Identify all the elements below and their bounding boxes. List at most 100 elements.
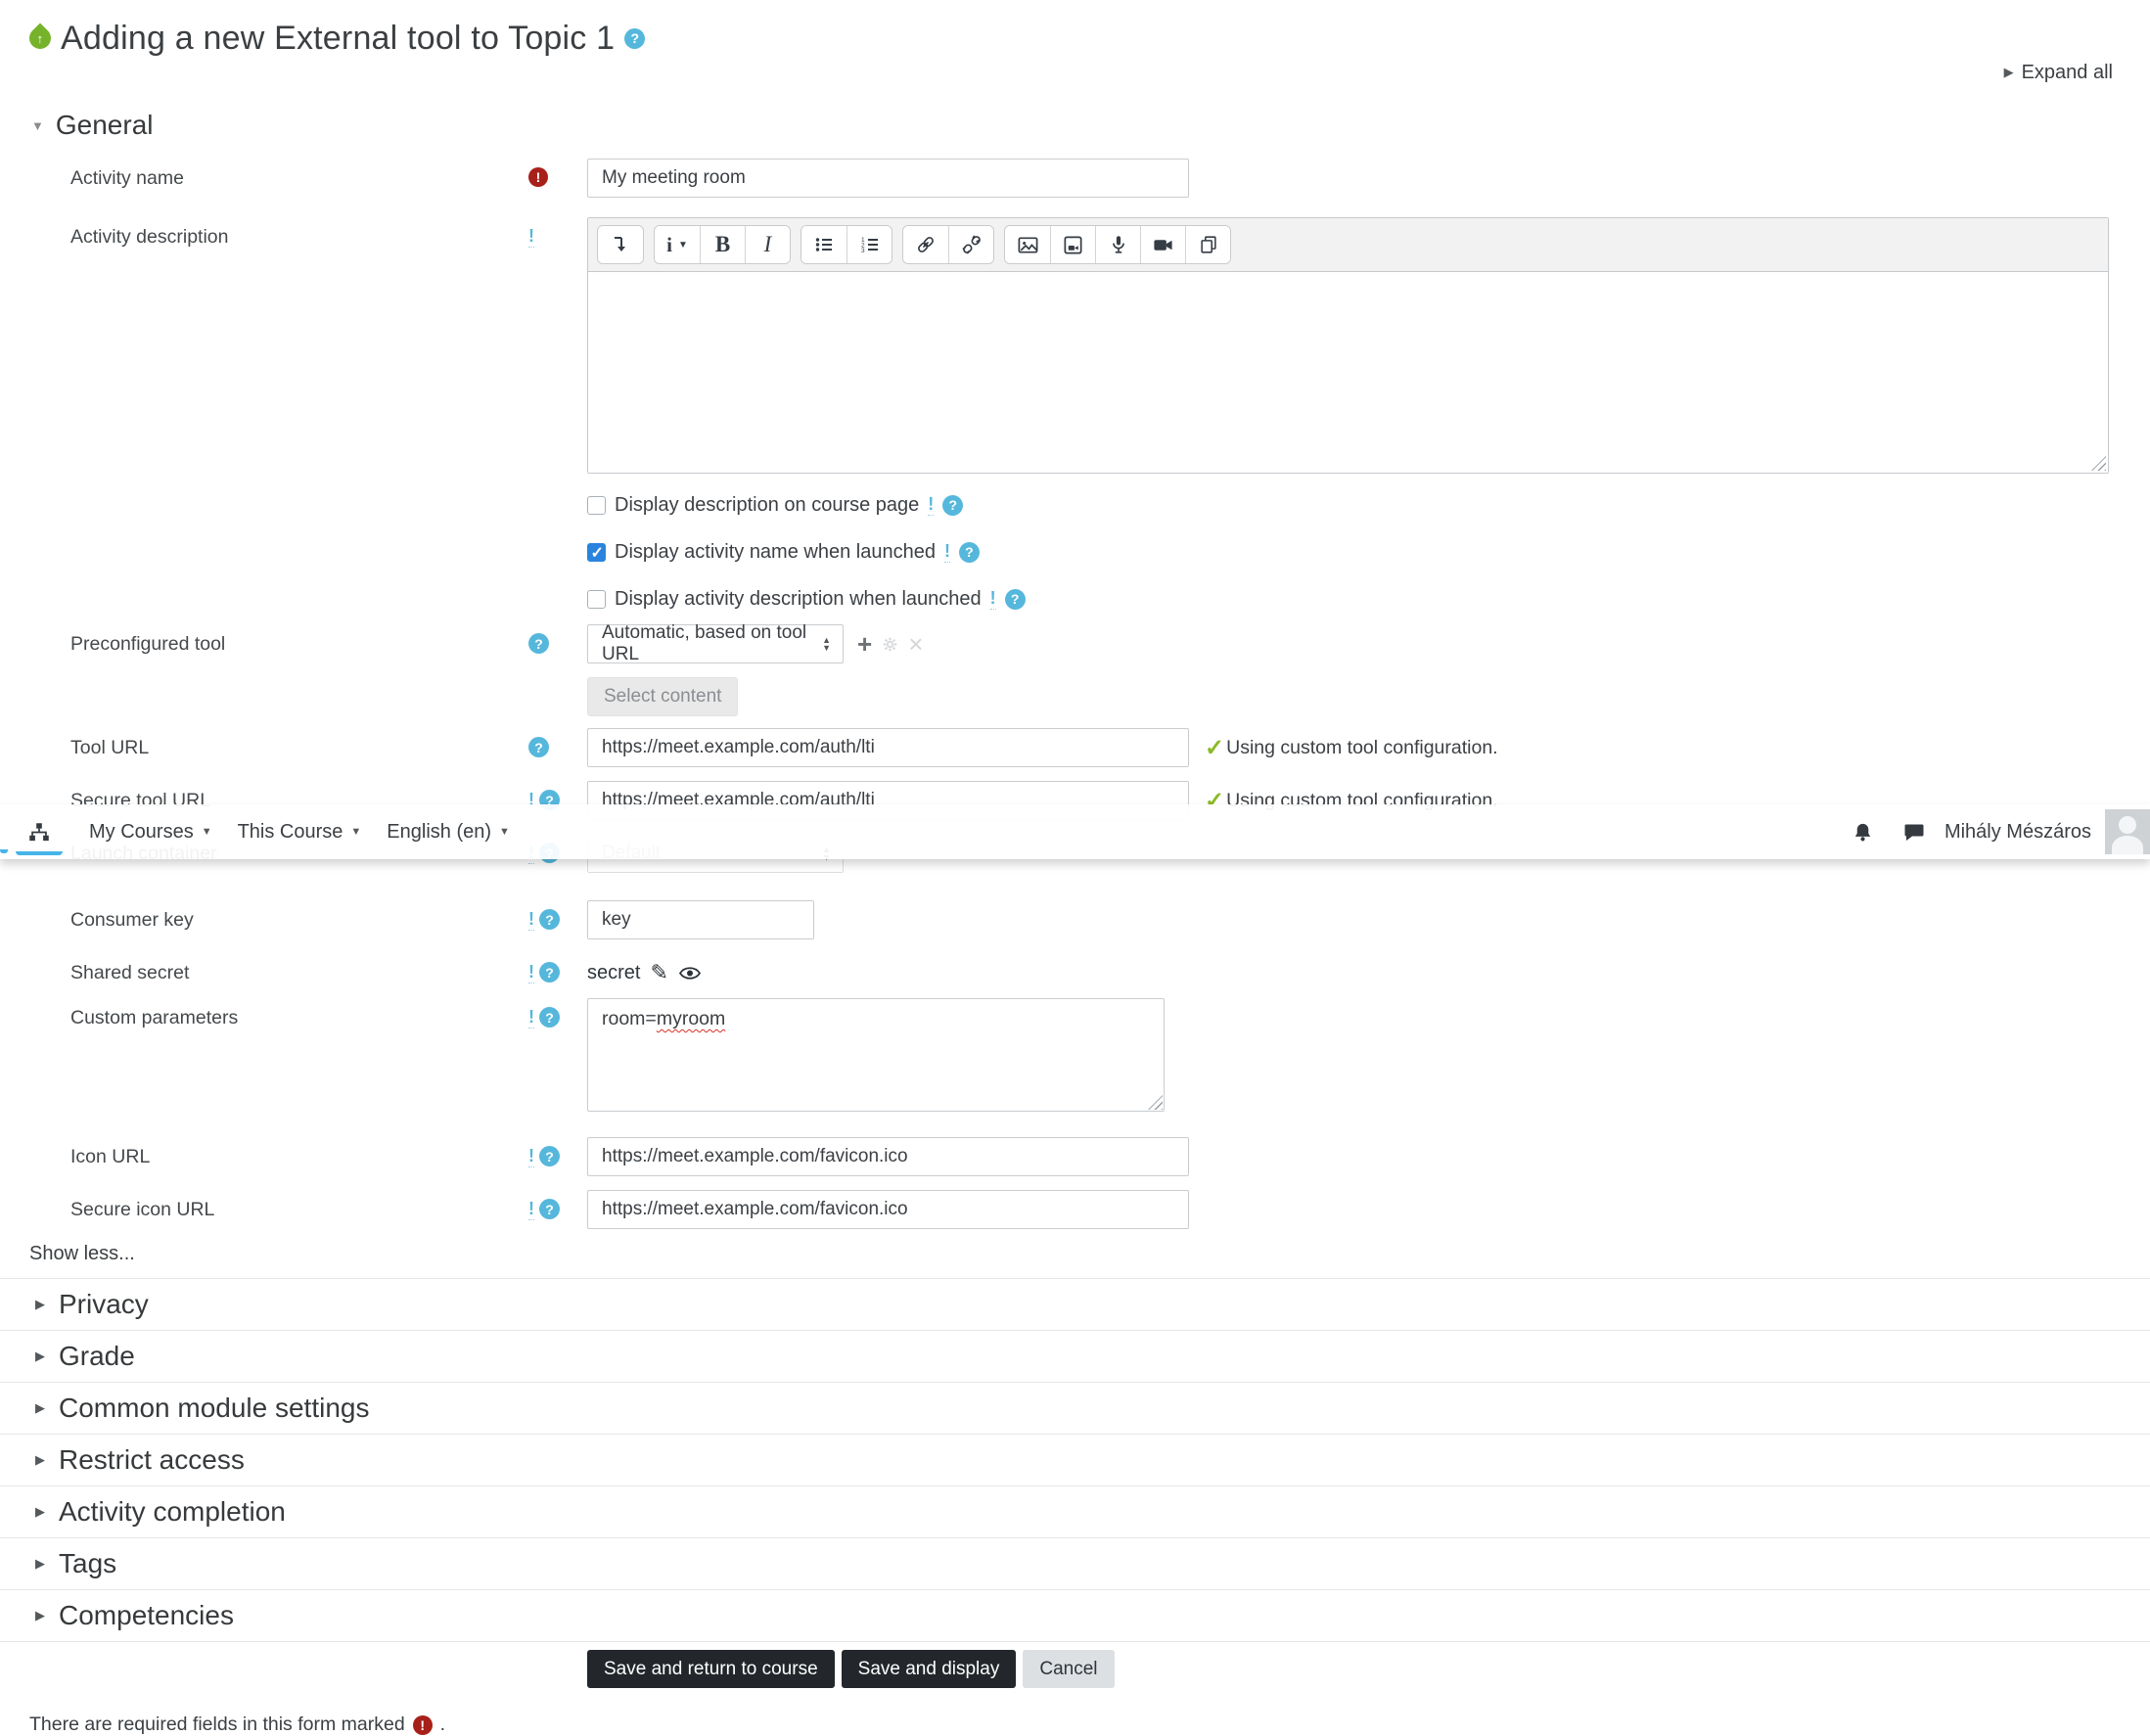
- custom-parameters-textarea[interactable]: room=myroom: [587, 998, 1165, 1112]
- bold-button[interactable]: B: [700, 226, 745, 263]
- consumer-key-input[interactable]: [587, 900, 814, 939]
- tool-url-input[interactable]: [587, 728, 1189, 767]
- secure-icon-url-input[interactable]: [587, 1190, 1189, 1229]
- ordered-list-icon[interactable]: 123: [846, 226, 892, 263]
- styles-label: i: [666, 232, 672, 256]
- record-audio-icon[interactable]: [1095, 226, 1140, 263]
- link-icon[interactable]: [903, 226, 948, 263]
- svg-text:3: 3: [861, 248, 865, 254]
- image-icon[interactable]: [1005, 226, 1050, 263]
- row-preconfigured-tool: Preconfigured tool Automatic, based on t…: [0, 622, 2150, 716]
- user-menu[interactable]: Mihály Mészáros: [1944, 821, 2091, 844]
- expand-all-label: Expand all: [2021, 61, 2113, 83]
- messages-icon[interactable]: [1901, 819, 1927, 845]
- section-common-module-settings[interactable]: Common module settings: [0, 1383, 2150, 1435]
- page-header: ↑ Adding a new External tool to Topic 1: [0, 0, 2150, 61]
- expand-all-link[interactable]: Expand all: [2004, 62, 2113, 84]
- avatar[interactable]: [2105, 809, 2150, 854]
- sitemap-icon[interactable]: [16, 813, 63, 855]
- chevron-down-icon: [202, 826, 212, 838]
- external-tool-activity-icon: ↑: [24, 23, 56, 54]
- manage-files-icon[interactable]: [1185, 226, 1230, 263]
- nav-my-courses[interactable]: My Courses: [76, 821, 225, 844]
- select-content-button: Select content: [587, 677, 739, 716]
- tool-url-label: Tool URL: [70, 737, 150, 758]
- preconfigured-tool-select[interactable]: Automatic, based on tool URL: [587, 622, 844, 664]
- section-activity-completion[interactable]: Activity completion: [0, 1486, 2150, 1538]
- help-icon[interactable]: [539, 962, 560, 982]
- help-icon[interactable]: [539, 1007, 560, 1028]
- expand-all-row: Expand all: [0, 61, 2150, 88]
- save-and-display-button[interactable]: Save and display: [841, 1650, 1017, 1688]
- section-grade[interactable]: Grade: [0, 1331, 2150, 1383]
- media-icon[interactable]: [1050, 226, 1095, 263]
- row-activity-description: Activity description i B: [0, 217, 2150, 474]
- save-and-return-button[interactable]: Save and return to course: [587, 1650, 835, 1688]
- italic-button[interactable]: I: [745, 226, 790, 263]
- chevron-down-icon: [499, 826, 510, 838]
- form-actions: Save and return to course Save and displ…: [0, 1650, 2150, 1688]
- help-icon[interactable]: [539, 1199, 560, 1219]
- add-tool-icon[interactable]: +: [857, 631, 872, 657]
- help-icon[interactable]: [528, 737, 549, 757]
- paragraph-styles-button[interactable]: i: [655, 226, 700, 263]
- section-competencies[interactable]: Competencies: [0, 1590, 2150, 1642]
- caret-right-icon: [35, 1504, 45, 1520]
- advanced-marker-icon: [528, 1199, 534, 1220]
- show-secret-eye-icon[interactable]: [678, 965, 702, 982]
- help-icon[interactable]: [539, 909, 560, 930]
- rich-text-editor: i B I 123: [587, 217, 2109, 474]
- collapse-toolbar-icon[interactable]: [598, 226, 643, 263]
- nav-language[interactable]: English (en): [374, 821, 523, 844]
- notifications-bell-icon[interactable]: [1851, 819, 1876, 845]
- row-secure-icon-url: Secure icon URL: [0, 1190, 2150, 1229]
- help-icon[interactable]: [528, 633, 549, 654]
- shared-secret-label: Shared secret: [70, 962, 190, 983]
- help-icon[interactable]: [958, 541, 980, 563]
- section-tags[interactable]: Tags: [0, 1538, 2150, 1590]
- textarea-resize-handle[interactable]: [1148, 1095, 1163, 1110]
- display-activity-name-checkbox[interactable]: [587, 542, 606, 563]
- editor-resize-handle[interactable]: [2091, 456, 2106, 471]
- shared-secret-value: secret: [587, 961, 641, 983]
- activity-name-input[interactable]: [587, 159, 1189, 198]
- icon-url-input[interactable]: [587, 1137, 1189, 1176]
- caret-right-icon: [35, 1608, 45, 1623]
- display-activity-description-checkbox[interactable]: [587, 589, 606, 609]
- activity-description-label: Activity description: [70, 226, 229, 248]
- consumer-key-label: Consumer key: [70, 909, 194, 931]
- editor-toolbar: i B I 123: [588, 218, 2108, 271]
- section-restrict-access[interactable]: Restrict access: [0, 1435, 2150, 1486]
- select-caret-icon: [822, 636, 831, 652]
- section-general-header[interactable]: General: [31, 110, 2150, 141]
- section-privacy[interactable]: Privacy: [0, 1279, 2150, 1331]
- tool-url-status: Using custom tool configuration.: [1205, 734, 1497, 762]
- row-consumer-key: Consumer key: [0, 900, 2150, 939]
- caret-down-icon: [31, 118, 44, 133]
- caret-right-icon: [35, 1556, 45, 1572]
- advanced-marker-icon: [528, 226, 534, 248]
- cancel-button[interactable]: Cancel: [1023, 1650, 1115, 1688]
- record-video-icon[interactable]: [1140, 226, 1185, 263]
- help-icon[interactable]: [1004, 588, 1026, 610]
- nav-this-course[interactable]: This Course: [225, 821, 375, 844]
- caret-right-icon: [2004, 65, 2014, 80]
- title-help-icon[interactable]: [624, 27, 646, 49]
- delete-tool-icon: ×: [908, 629, 924, 659]
- preconfigured-tool-label: Preconfigured tool: [70, 633, 226, 655]
- help-icon[interactable]: [942, 494, 964, 516]
- unlink-icon[interactable]: [948, 226, 993, 263]
- row-display-activity-name: Display activity name when launched: [587, 538, 2150, 566]
- display-activity-description-label: Display activity description when launch…: [615, 587, 982, 610]
- caret-down-icon: [678, 240, 688, 251]
- page-title: Adding a new External tool to Topic 1: [61, 19, 616, 57]
- display-description-checkbox[interactable]: [587, 495, 606, 515]
- edit-pencil-icon[interactable]: ✎: [650, 962, 667, 983]
- editor-content-area[interactable]: [588, 271, 2108, 473]
- external-tool-form-page: ↑ Adding a new External tool to Topic 1 …: [0, 0, 2150, 1735]
- show-less-link[interactable]: Show less...: [29, 1243, 2150, 1270]
- caret-right-icon: [35, 1348, 45, 1364]
- unordered-list-icon[interactable]: [801, 226, 846, 263]
- help-icon[interactable]: [539, 1146, 560, 1166]
- chevron-down-icon: [350, 826, 361, 838]
